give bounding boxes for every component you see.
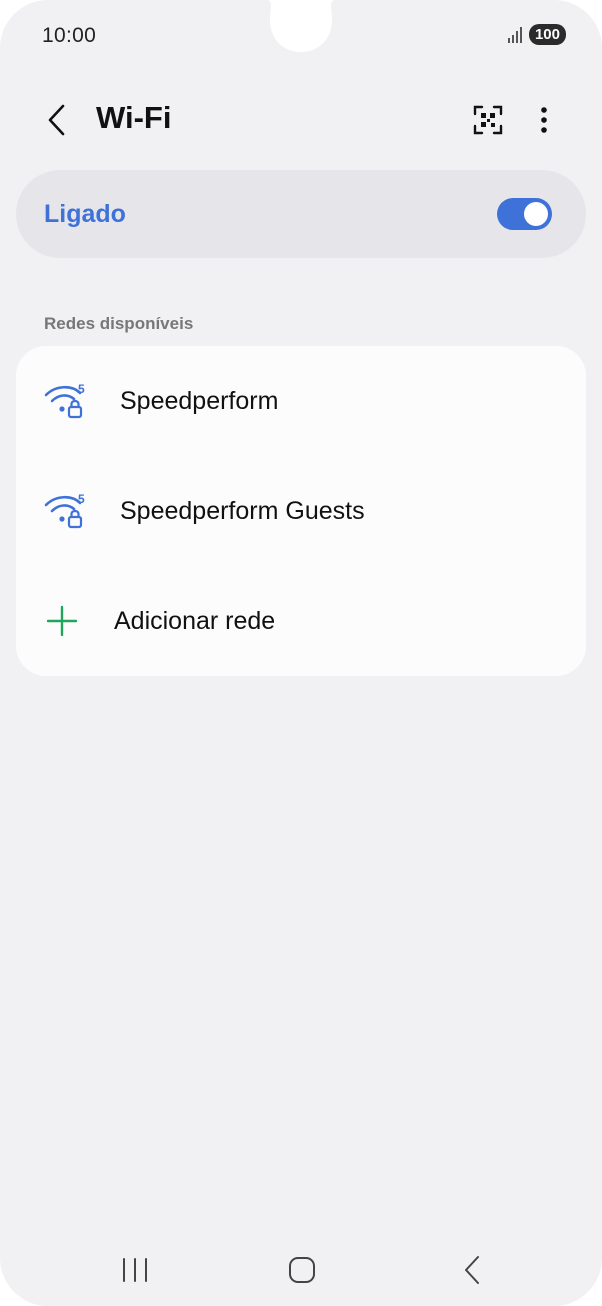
add-network-button[interactable]: Adicionar rede	[16, 566, 586, 676]
camera-notch	[266, 0, 336, 52]
wifi-switch[interactable]	[497, 198, 552, 230]
switch-knob	[524, 202, 548, 226]
wifi-5ghz-locked-icon: 5	[44, 493, 85, 529]
page-title: Wi-Fi	[96, 100, 172, 135]
back-arrow-icon	[48, 104, 65, 136]
network-item-speedperform-guests[interactable]: 5 Speedperform Guests	[16, 456, 586, 566]
more-options-button[interactable]	[526, 100, 562, 140]
svg-text:5: 5	[78, 383, 85, 396]
recents-icon[interactable]	[118, 1256, 152, 1284]
back-button[interactable]	[36, 98, 76, 142]
status-icons: 100	[507, 24, 566, 45]
status-time: 10:00	[42, 24, 97, 47]
add-network-label: Adicionar rede	[114, 606, 276, 635]
battery-level: 100	[528, 24, 566, 45]
networks-list: 5 Speedperform 5 Speedperform Guests Adi…	[16, 346, 586, 676]
network-item-speedperform[interactable]: 5 Speedperform	[16, 346, 586, 456]
signal-icon	[507, 26, 522, 43]
network-name: Speedperform	[120, 386, 279, 415]
qr-code-button[interactable]	[468, 100, 508, 140]
network-name: Speedperform Guests	[120, 496, 365, 525]
plus-icon	[46, 605, 78, 637]
home-icon[interactable]	[288, 1256, 316, 1284]
available-networks-header: Redes disponíveis	[44, 314, 194, 333]
wifi-5ghz-locked-icon: 5	[44, 383, 85, 419]
wifi-toggle-label: Ligado	[44, 200, 126, 228]
device-screen: 10:00 100 Wi-Fi Ligado Redes disponíveis…	[0, 0, 602, 1306]
qr-code-icon	[473, 105, 503, 135]
back-icon[interactable]	[462, 1254, 482, 1286]
more-options-icon	[541, 107, 547, 133]
wifi-toggle-row[interactable]: Ligado	[16, 170, 586, 258]
svg-text:5: 5	[78, 493, 85, 506]
